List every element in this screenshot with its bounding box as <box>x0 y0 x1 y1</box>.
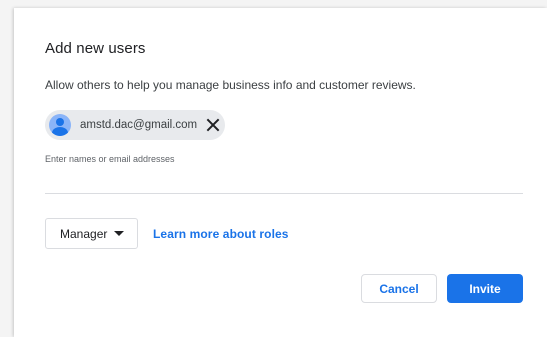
invitee-input-hint: Enter names or email addresses <box>45 154 175 164</box>
caret-down-icon <box>114 231 125 236</box>
dialog-title: Add new users <box>45 40 146 57</box>
invitee-chip[interactable]: amstd.dac@gmail.com <box>45 110 225 140</box>
role-dropdown[interactable]: Manager <box>45 218 138 249</box>
dialog-subtitle: Allow others to help you manage business… <box>45 78 416 92</box>
learn-more-roles-link[interactable]: Learn more about roles <box>153 227 289 241</box>
remove-invitee-close-icon[interactable] <box>206 118 220 132</box>
add-users-dialog: Add new users Allow others to help you m… <box>14 8 547 337</box>
cancel-button[interactable]: Cancel <box>361 274 437 303</box>
invitee-email: amstd.dac@gmail.com <box>80 119 198 131</box>
user-avatar-icon <box>49 114 71 136</box>
invite-button[interactable]: Invite <box>447 274 523 303</box>
input-underline-divider[interactable] <box>45 193 523 194</box>
role-selected-value: Manager <box>60 226 108 241</box>
